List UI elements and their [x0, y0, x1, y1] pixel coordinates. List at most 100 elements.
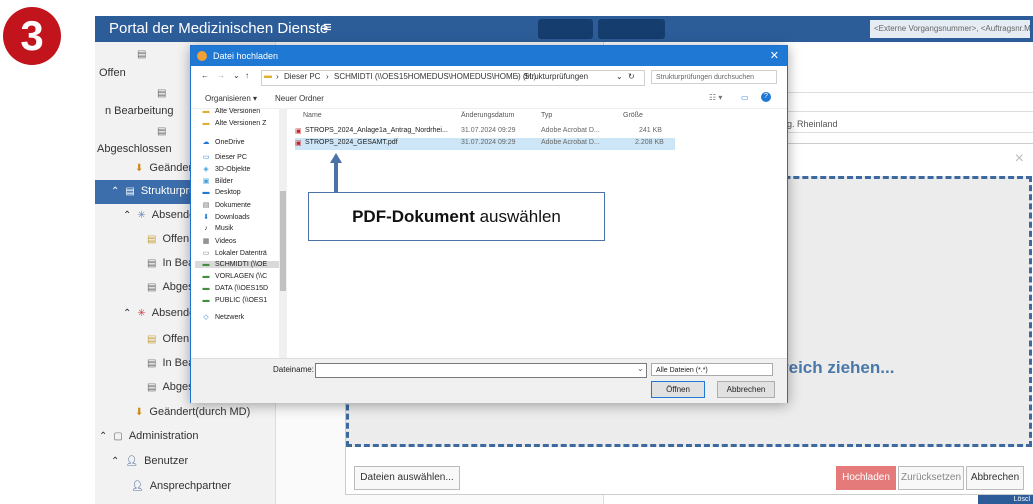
sender-icon: ✳ [137, 307, 146, 319]
sidebar-item[interactable]: Offen [99, 67, 126, 79]
help-icon[interactable]: ? [761, 92, 771, 102]
sidebar-item[interactable]: Abgeschlossen [97, 143, 172, 155]
tree-item-label: Musik [215, 225, 234, 232]
view-options-icon[interactable]: ☷ ▾ [709, 93, 722, 102]
chevron-up-icon: ⌃ [99, 430, 108, 442]
delete-button[interactable]: Löscl [978, 495, 1033, 504]
sidebar-item-absender[interactable]: ⌃ ✳ Absender [123, 209, 199, 221]
tree-item[interactable]: ▬ PUBLIC (\\OES1 [201, 297, 268, 304]
tree-item[interactable]: ▬ DATA (\\OES15D [201, 285, 269, 292]
forward-icon[interactable]: → [217, 71, 225, 80]
music-icon: ♪ [204, 225, 208, 232]
external-number-input[interactable]: <Externe Vorgangsnummer>, <Auftragsnr.ME [870, 20, 1030, 38]
tree-item[interactable]: ♪ Musik [201, 225, 233, 232]
tree-item-label: SCHMIDTI (\\OE [215, 261, 268, 268]
reset-button[interactable]: Zurücksetzen [898, 466, 964, 490]
chevron-down-icon[interactable]: ⌄ [616, 72, 623, 81]
portal-title: Portal der Medizinischen Dienste [109, 20, 329, 37]
address-bar[interactable]: ▬ › Dieser PC › SCHMIDTI (\\OES15HOMEDUS… [261, 70, 645, 86]
sidebar-item[interactable]: ▤ Offen [147, 333, 189, 345]
column-header-size[interactable]: Größe [623, 112, 643, 119]
tree-item[interactable]: ▬ Desktop [201, 189, 241, 196]
folder-icon: ▬ [202, 108, 210, 115]
choose-files-button[interactable]: Dateien auswählen... [354, 466, 460, 490]
search-input[interactable]: Strukturprüfungen durchsuchen [651, 70, 777, 84]
sidebar-item-administration[interactable]: ⌃ ▢ Administration [99, 430, 199, 442]
table-row[interactable]: ▣ STROPS_2024_Anlage1a_Antrag_Nordrhei..… [295, 126, 675, 138]
tree-item-label: Dieser PC [215, 153, 247, 161]
document-icon: ▤ [157, 88, 167, 99]
cancel-button[interactable]: Abbrechen [717, 381, 775, 398]
up-icon[interactable]: ↑ [245, 71, 249, 80]
sidebar-item-absender[interactable]: ⌃ ✳ Absender [123, 307, 199, 319]
tree-item[interactable]: ▬ SCHMIDTI (\\OE [195, 261, 279, 268]
tree-item[interactable]: ▬ Alte Versionen Z [201, 120, 267, 127]
down-arrow-icon: ⬇ [135, 406, 144, 418]
chevron-up-icon: ⌃ [123, 307, 132, 319]
sidebar-item[interactable]: ⬇ Geändert(durch MD) [135, 406, 250, 418]
drop-zone-text: reich ziehen... [782, 358, 895, 377]
breadcrumb[interactable]: SCHMIDTI (\\OES15HOMEDUS\HOMEDUS\HOME) (… [334, 72, 536, 81]
navigation-bar: ← → ⌄ ↑ ▬ › Dieser PC › SCHMIDTI (\\OES1… [191, 66, 787, 90]
tree-item[interactable]: ▬ Alte Versionen [201, 108, 261, 115]
network-drive-icon: ▬ [202, 273, 210, 280]
user-icon: 👤︎ [125, 455, 139, 467]
column-header-type[interactable]: Typ [541, 112, 552, 119]
filename-input[interactable] [315, 363, 647, 378]
tree-item-label: OneDrive [215, 138, 245, 146]
back-icon[interactable]: ← [201, 71, 209, 80]
open-button[interactable]: Öffnen [651, 381, 705, 398]
tree-item[interactable]: ◈ 3D-Objekte [201, 165, 250, 174]
breadcrumb[interactable]: Dieser PC [284, 72, 320, 81]
sender-icon: ✳ [137, 209, 146, 221]
tree-item[interactable]: ▣ Bilder [201, 177, 233, 186]
sidebar-item[interactable]: ▤ Offen [147, 233, 189, 245]
sidebar-item-benutzer[interactable]: ⌃ 👤︎ Benutzer [111, 455, 188, 467]
column-header-date[interactable]: Änderungsdatum [461, 112, 514, 119]
sidebar-item-ansprechpartner[interactable]: 👤︎ Ansprechpartner [131, 480, 231, 492]
header-button[interactable] [538, 19, 593, 39]
filetype-select[interactable]: Alle Dateien (*.*) [651, 363, 773, 376]
filename-label: Dateiname: [273, 365, 314, 374]
column-header-name[interactable]: Name [303, 112, 322, 119]
upload-button[interactable]: Hochladen [836, 466, 896, 490]
tree-item-label: Dokumente [215, 201, 251, 209]
chevron-down-icon[interactable]: ⌄ [637, 364, 644, 373]
hamburger-menu-icon[interactable]: ≡ [323, 19, 332, 36]
breadcrumb[interactable]: Strukturprüfungen [524, 72, 588, 81]
sidebar-item[interactable]: n Bearbeitung [105, 105, 174, 117]
tree-item[interactable]: ▬ VORLAGEN (\\C [201, 273, 268, 280]
tree-item[interactable]: ▤ Dokumente [201, 201, 251, 210]
tree-item[interactable]: ⬇ Downloads [201, 213, 250, 222]
tree-item[interactable]: ▦ Videos [201, 237, 237, 246]
tree-item[interactable]: ▭ Dieser PC [201, 153, 247, 162]
tree-scrollbar-thumb[interactable] [280, 191, 286, 291]
network-drive-icon: ▬ [202, 297, 210, 304]
video-icon: ▦ [202, 238, 210, 245]
tree-item[interactable]: ◇ Netzwerk [201, 313, 244, 322]
network-drive-icon: ▬ [202, 261, 210, 268]
navigation-tree: ▬ Alte Versionen ▬ Alte Versionen Z ☁ OneDriv… [195, 108, 289, 358]
close-icon[interactable]: ✕ [770, 46, 779, 66]
preview-pane-icon[interactable]: ▭ [741, 93, 749, 102]
refresh-icon[interactable]: ↻ [628, 72, 635, 81]
close-icon[interactable]: × [1015, 150, 1024, 168]
tree-item-label: VORLAGEN (\\C [215, 273, 268, 280]
tree-item-label: Bilder [215, 177, 233, 185]
annotation-callout: PDF-Dokument auswählen [308, 192, 605, 241]
tree-item[interactable]: ☁ OneDrive [201, 138, 245, 147]
table-row[interactable]: ▣ STROPS_2024_GESAMT.pdf 31.07.2024 09:2… [295, 138, 675, 150]
new-folder-button[interactable]: Neuer Ordner [275, 94, 324, 103]
region-text: rg. Rheinland [784, 119, 838, 129]
chevron-down-icon[interactable]: ⌄ [233, 71, 240, 80]
tree-item-label: DATA (\\OES15D [215, 285, 269, 292]
cancel-button[interactable]: Abbrechen [966, 466, 1024, 490]
sidebar-item[interactable]: ▤ [137, 49, 146, 60]
in-progress-icon: ▤ [147, 357, 157, 369]
header-button[interactable] [598, 19, 665, 39]
app-icon [197, 51, 207, 61]
folder-icon: ▬ [264, 71, 272, 80]
tree-item[interactable]: ▭ Lokaler Datenträ [201, 249, 267, 258]
chevron-up-icon: ⌃ [111, 455, 120, 467]
organize-button[interactable]: Organisieren ▾ [205, 94, 257, 103]
